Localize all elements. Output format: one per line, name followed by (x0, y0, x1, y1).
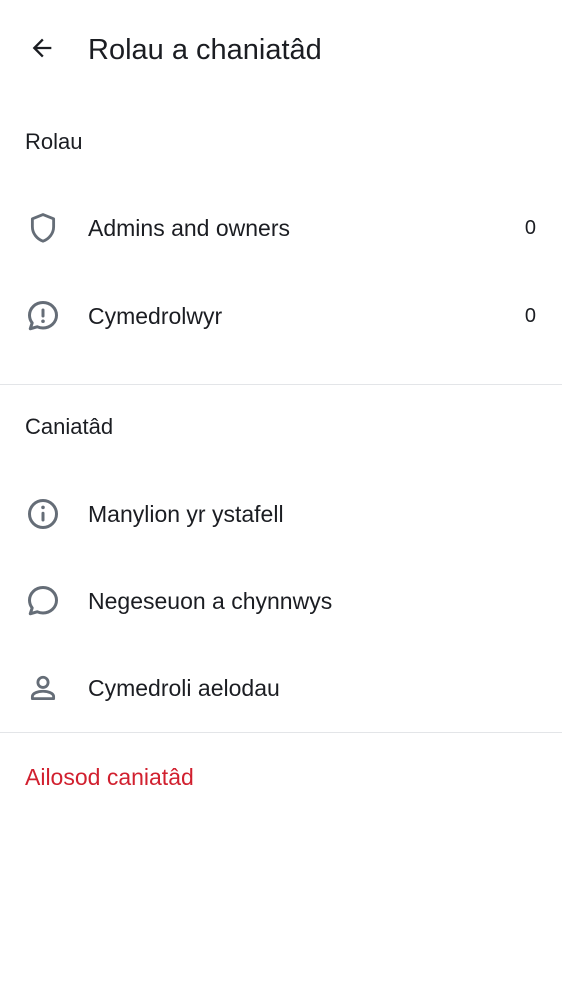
top-app-bar: Rolau a chaniatâd (0, 0, 562, 100)
section-header-roles: Rolau (25, 129, 83, 154)
shield-icon (24, 209, 62, 247)
page-title: Rolau a chaniatâd (88, 34, 322, 66)
section-divider (0, 384, 562, 385)
role-item-admins-owners[interactable]: Admins and owners 0 (0, 184, 562, 272)
role-label: Cymedrolwyr (88, 303, 223, 329)
person-icon (24, 669, 62, 707)
role-item-moderators[interactable]: Cymedrolwyr 0 (0, 272, 562, 360)
permission-item-room-details[interactable]: Manylion yr ystafell (0, 470, 562, 558)
chat-bubble-icon (24, 582, 62, 620)
role-count: 0 (524, 217, 536, 239)
permission-item-messages-content[interactable]: Negeseuon a chynnwys (0, 557, 562, 645)
chat-alert-icon (24, 297, 62, 335)
section-header-permissions: Caniatâd (25, 414, 114, 439)
role-label: Admins and owners (88, 215, 290, 241)
permission-label: Cymedroli aelodau (88, 675, 280, 701)
permission-label: Negeseuon a chynnwys (88, 588, 333, 614)
reset-permissions-button[interactable]: Ailosod caniatâd (25, 761, 194, 793)
permission-item-moderate-members[interactable]: Cymedroli aelodau (0, 644, 562, 732)
info-icon (24, 495, 62, 533)
permission-label: Manylion yr ystafell (88, 501, 284, 527)
role-count: 0 (524, 305, 536, 327)
arrow-left-icon (28, 34, 56, 67)
section-divider (0, 732, 562, 733)
back-button[interactable] (20, 28, 64, 72)
